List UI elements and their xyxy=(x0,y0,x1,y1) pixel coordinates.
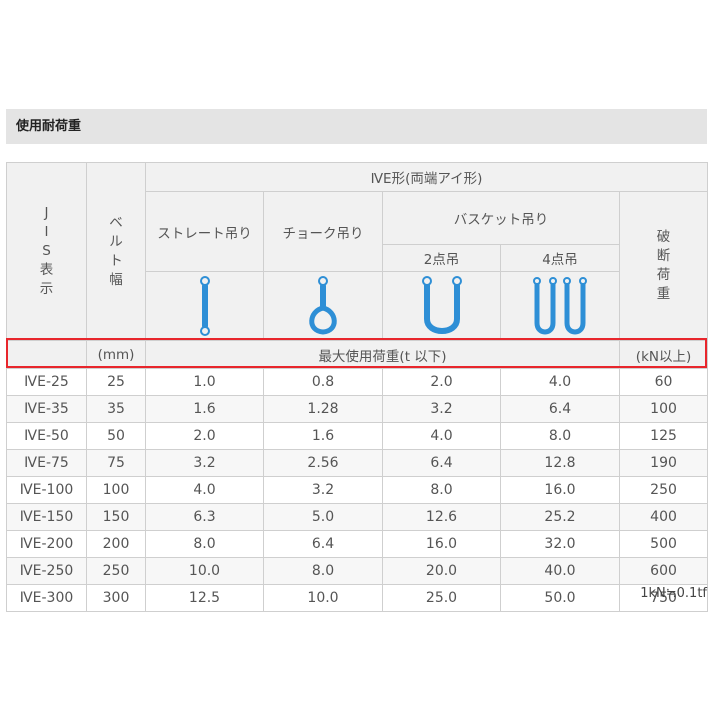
table-row: ⅣE-75 75 3.2 2.56 6.4 12.8 190 xyxy=(6,449,709,477)
break-cell: 100 xyxy=(618,395,709,423)
choke-cell: 1.6 xyxy=(263,422,383,450)
basket-2point-sling-icon xyxy=(382,271,501,341)
break-unit: (kN以上) xyxy=(618,340,709,369)
max-load-header: 最大使用荷重(t 以下) xyxy=(145,340,620,369)
choke-cell: 0.8 xyxy=(263,368,383,396)
basket-2point-header: 2点吊 xyxy=(382,244,501,272)
straight-header: ストレート吊り xyxy=(145,191,264,272)
width-cell: 35 xyxy=(86,395,146,423)
basket2-cell: 2.0 xyxy=(382,368,501,396)
model-cell: ⅣE-25 xyxy=(6,368,87,396)
basket-4point-header: 4点吊 xyxy=(500,244,620,272)
straight-cell: 8.0 xyxy=(145,530,264,558)
choke-cell: 3.2 xyxy=(263,476,383,504)
model-cell: ⅣE-250 xyxy=(6,557,87,585)
model-cell: ⅣE-100 xyxy=(6,476,87,504)
table-row: ⅣE-50 50 2.0 1.6 4.0 8.0 125 xyxy=(6,422,709,450)
belt-width-header: ベルト幅 xyxy=(86,162,146,341)
basket2-cell: 6.4 xyxy=(382,449,501,477)
choke-cell: 2.56 xyxy=(263,449,383,477)
basket2-cell: 12.6 xyxy=(382,503,501,531)
choke-cell: 5.0 xyxy=(263,503,383,531)
basket-header: バスケット吊り xyxy=(382,191,620,245)
straight-cell: 4.0 xyxy=(145,476,264,504)
basket2-cell: 8.0 xyxy=(382,476,501,504)
basket4-cell: 25.2 xyxy=(500,503,620,531)
break-load-header: 破断荷重 xyxy=(618,191,709,341)
basket4-cell: 40.0 xyxy=(500,557,620,585)
straight-cell: 3.2 xyxy=(145,449,264,477)
load-spec-table: JIS表示 ベルト幅 ⅣE形(両端アイ形) ストレート吊り チョーク吊り バスケ… xyxy=(6,162,709,612)
basket4-cell: 6.4 xyxy=(500,395,620,423)
width-cell: 250 xyxy=(86,557,146,585)
basket2-cell: 16.0 xyxy=(382,530,501,558)
model-cell: ⅣE-50 xyxy=(6,422,87,450)
choke-sling-icon xyxy=(263,271,383,341)
model-cell: ⅣE-75 xyxy=(6,449,87,477)
group-title-header: ⅣE形(両端アイ形) xyxy=(144,162,709,192)
straight-cell: 1.0 xyxy=(145,368,264,396)
basket4-cell: 12.8 xyxy=(500,449,620,477)
table-row: ⅣE-25 25 1.0 0.8 2.0 4.0 60 xyxy=(6,368,709,396)
basket2-cell: 4.0 xyxy=(382,422,501,450)
break-cell: 400 xyxy=(618,503,709,531)
table-row: ⅣE-150 150 6.3 5.0 12.6 25.2 400 xyxy=(6,503,709,531)
table-row: ⅣE-200 200 8.0 6.4 16.0 32.0 500 xyxy=(6,530,709,558)
basket4-cell: 32.0 xyxy=(500,530,620,558)
break-cell: 190 xyxy=(618,449,709,477)
section-title: 使用耐荷重 xyxy=(6,109,707,144)
straight-cell: 2.0 xyxy=(145,422,264,450)
break-cell: 500 xyxy=(618,530,709,558)
table-row: ⅣE-250 250 10.0 8.0 20.0 40.0 600 xyxy=(6,557,709,585)
model-cell: ⅣE-300 xyxy=(6,584,87,612)
width-unit: (mm) xyxy=(86,340,146,369)
choke-header: チョーク吊り xyxy=(263,191,383,272)
straight-cell: 10.0 xyxy=(145,557,264,585)
basket2-cell: 25.0 xyxy=(382,584,501,612)
width-cell: 150 xyxy=(86,503,146,531)
width-cell: 50 xyxy=(86,422,146,450)
basket4-cell: 50.0 xyxy=(500,584,620,612)
straight-sling-icon xyxy=(145,271,264,341)
width-cell: 25 xyxy=(86,368,146,396)
basket2-cell: 20.0 xyxy=(382,557,501,585)
break-cell: 250 xyxy=(618,476,709,504)
choke-cell: 8.0 xyxy=(263,557,383,585)
basket2-cell: 3.2 xyxy=(382,395,501,423)
straight-cell: 6.3 xyxy=(145,503,264,531)
choke-cell: 10.0 xyxy=(263,584,383,612)
break-cell: 60 xyxy=(618,368,709,396)
break-cell: 125 xyxy=(618,422,709,450)
model-cell: ⅣE-35 xyxy=(6,395,87,423)
choke-cell: 6.4 xyxy=(263,530,383,558)
model-cell: ⅣE-150 xyxy=(6,503,87,531)
jis-unit-blank xyxy=(6,340,87,369)
basket4-cell: 8.0 xyxy=(500,422,620,450)
table-row: ⅣE-300 300 12.5 10.0 25.0 50.0 750 xyxy=(6,584,709,612)
choke-cell: 1.28 xyxy=(263,395,383,423)
table-row: ⅣE-100 100 4.0 3.2 8.0 16.0 250 xyxy=(6,476,709,504)
width-cell: 75 xyxy=(86,449,146,477)
width-cell: 100 xyxy=(86,476,146,504)
basket4-cell: 4.0 xyxy=(500,368,620,396)
straight-cell: 12.5 xyxy=(145,584,264,612)
width-cell: 200 xyxy=(86,530,146,558)
basket4-cell: 16.0 xyxy=(500,476,620,504)
straight-cell: 1.6 xyxy=(145,395,264,423)
break-cell: 600 xyxy=(618,557,709,585)
table-row: ⅣE-35 35 1.6 1.28 3.2 6.4 100 xyxy=(6,395,709,423)
unit-footnote: 1kN≒0.1tf xyxy=(640,586,707,601)
width-cell: 300 xyxy=(86,584,146,612)
model-cell: ⅣE-200 xyxy=(6,530,87,558)
jis-header: JIS表示 xyxy=(6,162,87,341)
basket-4point-sling-icon xyxy=(500,271,620,341)
